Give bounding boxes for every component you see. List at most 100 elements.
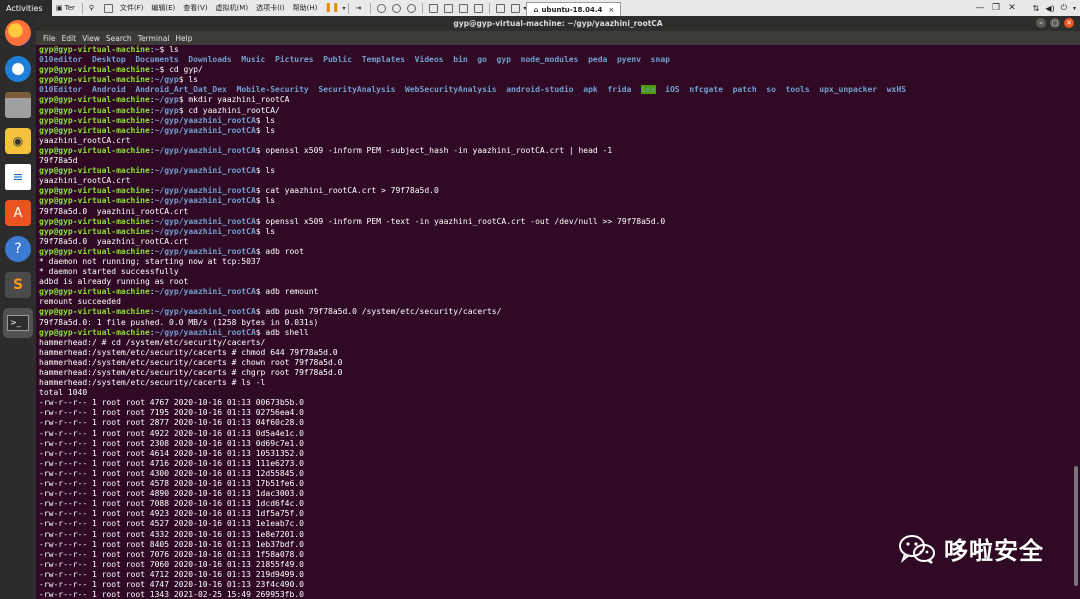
menu-edit[interactable]: Edit: [59, 34, 80, 43]
terminal-line: 010editor Desktop Documents Downloads Mu…: [39, 55, 1080, 65]
send-keys-icon[interactable]: ⇥: [355, 4, 364, 13]
vm-menu-help[interactable]: 帮助(H): [289, 0, 322, 16]
terminal-line: gyp@gyp-virtual-machine:~/gyp/yaazhini_r…: [39, 126, 1080, 136]
prompt-user: gyp@gyp-virtual-machine: [39, 45, 150, 54]
line-text: $ ls: [255, 115, 276, 125]
terminal-line: total 1040: [39, 388, 1080, 398]
vm-menu-tabs[interactable]: 选项卡(I): [252, 0, 289, 16]
terminal-line: 010Editor Android Android_Art_Oat_Dex Mo…: [39, 85, 1080, 95]
prompt-path: ~/gyp/yaazhini_rootCA: [154, 166, 256, 176]
snapshot-icon[interactable]: [377, 3, 387, 13]
libreoffice-writer-icon[interactable]: ≡: [5, 164, 31, 190]
power-icon[interactable]: ⏻: [1061, 3, 1067, 13]
terminal-line: hammerhead:/system/etc/security/cacerts …: [39, 378, 1080, 388]
prompt-user: gyp@gyp-virtual-machine: [39, 307, 150, 317]
app-indicator[interactable]: ▣ Ter: [52, 0, 79, 16]
menu-help[interactable]: Help: [172, 34, 195, 43]
prompt-path: ~/gyp/yaazhini_rootCA: [154, 125, 256, 135]
maximize-button[interactable]: □: [1050, 18, 1060, 28]
restore-icon[interactable]: ❐: [988, 2, 1004, 14]
terminal-line: -rw-r--r-- 1 root root 4578 2020-10-16 0…: [39, 479, 1080, 489]
scrollbar[interactable]: [1074, 46, 1078, 594]
terminal-line: -rw-r--r-- 1 root root 1343 2021-02-25 1…: [39, 590, 1080, 599]
thunderbird-icon[interactable]: [5, 56, 31, 82]
menu-file[interactable]: File: [40, 34, 59, 43]
firefox-icon[interactable]: [5, 20, 31, 46]
terminal-line: gyp@gyp-virtual-machine:~/gyp$ cd yaazhi…: [39, 106, 1080, 116]
line-text: * daemon not running; starting now at tc…: [39, 256, 261, 266]
terminal-icon[interactable]: >_: [3, 308, 33, 338]
terminal-window-controls: – □ ✕: [1036, 18, 1074, 28]
line-text: hammerhead:/ # cd /system/etc/security/c…: [39, 337, 266, 347]
sidebar-icon[interactable]: [429, 3, 439, 13]
fullscreen-icon[interactable]: [459, 3, 469, 13]
line-text: hammerhead:/system/etc/security/cacerts …: [39, 378, 266, 388]
software-center-icon[interactable]: A: [5, 200, 31, 226]
close-icon[interactable]: ✕: [1004, 2, 1020, 14]
line-text: $ cat yaazhini_rootCA.crt > 79f78a5d.0: [255, 186, 439, 196]
prompt-user: gyp@gyp-virtual-machine: [39, 75, 150, 85]
terminal-line: gyp@gyp-virtual-machine:~/gyp/yaazhini_r…: [39, 328, 1080, 338]
terminal-line: hammerhead:/system/etc/security/cacerts …: [39, 358, 1080, 368]
network-icon[interactable]: ⇅: [1033, 4, 1040, 13]
line-text: $ ls: [159, 45, 179, 54]
vm-menu-vm[interactable]: 虚拟机(M): [212, 0, 253, 16]
vm-menu-view[interactable]: 查看(V): [179, 0, 211, 16]
terminal-line: gyp@gyp-virtual-machine:~/gyp/yaazhini_r…: [39, 227, 1080, 237]
help-icon[interactable]: ?: [5, 236, 31, 262]
minimize-icon[interactable]: —: [972, 2, 988, 14]
terminal-window: gyp@gyp-virtual-machine: ~/gyp/yaazhini_…: [36, 16, 1080, 599]
terminal-line: gyp@gyp-virtual-machine:~/gyp/yaazhini_r…: [39, 287, 1080, 297]
chevron-down-icon[interactable]: ▾: [1073, 5, 1076, 12]
prompt-user: gyp@gyp-virtual-machine: [39, 226, 150, 236]
system-tray: ⇅ ◀) ⏻ ▾: [1033, 0, 1076, 16]
line-text: $ openssl x509 -inform PEM -text -in yaa…: [255, 216, 666, 226]
activities-button[interactable]: Activities: [0, 0, 52, 16]
prompt-path: ~/gyp/yaazhini_rootCA: [154, 216, 256, 226]
vm-tab-label: ubuntu-18.04.4: [541, 5, 603, 14]
line-text: -rw-r--r-- 1 root root 4923 2020-10-16 0…: [39, 509, 304, 519]
close-button[interactable]: ✕: [1064, 18, 1074, 28]
terminal-line: gyp@gyp-virtual-machine:~/gyp/yaazhini_r…: [39, 116, 1080, 126]
terminal-line: remount succeeded: [39, 297, 1080, 307]
pin-icon[interactable]: ⚲: [89, 4, 98, 13]
terminal-line: 79f78a5d.0 yaazhini_rootCA.crt: [39, 207, 1080, 217]
line-text: hammerhead:/system/etc/security/cacerts …: [39, 347, 338, 357]
unity-icon[interactable]: [474, 3, 484, 13]
line-text: -rw-r--r-- 1 root root 4578 2020-10-16 0…: [39, 479, 304, 489]
volume-icon[interactable]: ◀): [1045, 4, 1054, 13]
line-text: -rw-r--r-- 1 root root 4527 2020-10-16 0…: [39, 519, 304, 529]
terminal-output[interactable]: gyp@gyp-virtual-machine:~$ ls 010editor D…: [36, 45, 1080, 599]
menu-search[interactable]: Search: [103, 34, 135, 43]
revert-snapshot-icon[interactable]: [392, 3, 402, 13]
stretch-icon[interactable]: [511, 3, 521, 13]
line-text: $ ls: [255, 166, 276, 176]
line-text: hammerhead:/system/etc/security/cacerts …: [39, 357, 343, 367]
prompt-user: gyp@gyp-virtual-machine: [39, 166, 150, 176]
terminal-line: 79f78a5d: [39, 156, 1080, 166]
vm-library-icon[interactable]: [103, 3, 113, 13]
files-icon[interactable]: [5, 92, 31, 118]
line-text: * daemon started successfully: [39, 267, 179, 277]
vm-tab[interactable]: ⌂ ubuntu-18.04.4 ×: [526, 1, 622, 17]
sublime-text-icon[interactable]: S: [5, 272, 31, 298]
pause-icon[interactable]: ❚❚: [321, 3, 342, 13]
thumbnail-icon[interactable]: [444, 3, 454, 13]
menu-view[interactable]: View: [79, 34, 103, 43]
minimize-button[interactable]: –: [1036, 18, 1046, 28]
scrollbar-thumb[interactable]: [1074, 466, 1078, 586]
chevron-down-icon[interactable]: ▾: [342, 5, 345, 12]
close-tab-button[interactable]: ×: [608, 6, 614, 14]
snapshot-manager-icon[interactable]: [407, 3, 417, 13]
rhythmbox-icon[interactable]: ◉: [5, 128, 31, 154]
vm-menu-edit[interactable]: 编辑(E): [147, 0, 179, 16]
terminal-line: gyp@gyp-virtual-machine:~/gyp/yaazhini_r…: [39, 247, 1080, 257]
line-text: 79f78a5d.0 yaazhini_rootCA.crt: [39, 236, 189, 246]
line-text: $ ls: [255, 196, 276, 206]
separator: [81, 2, 83, 14]
console-icon[interactable]: [496, 3, 506, 13]
menu-terminal[interactable]: Terminal: [135, 34, 173, 43]
vm-menu-file[interactable]: 文件(F): [116, 0, 148, 16]
terminal-line: hammerhead:/system/etc/security/cacerts …: [39, 348, 1080, 358]
prompt-user: gyp@gyp-virtual-machine: [39, 216, 150, 226]
